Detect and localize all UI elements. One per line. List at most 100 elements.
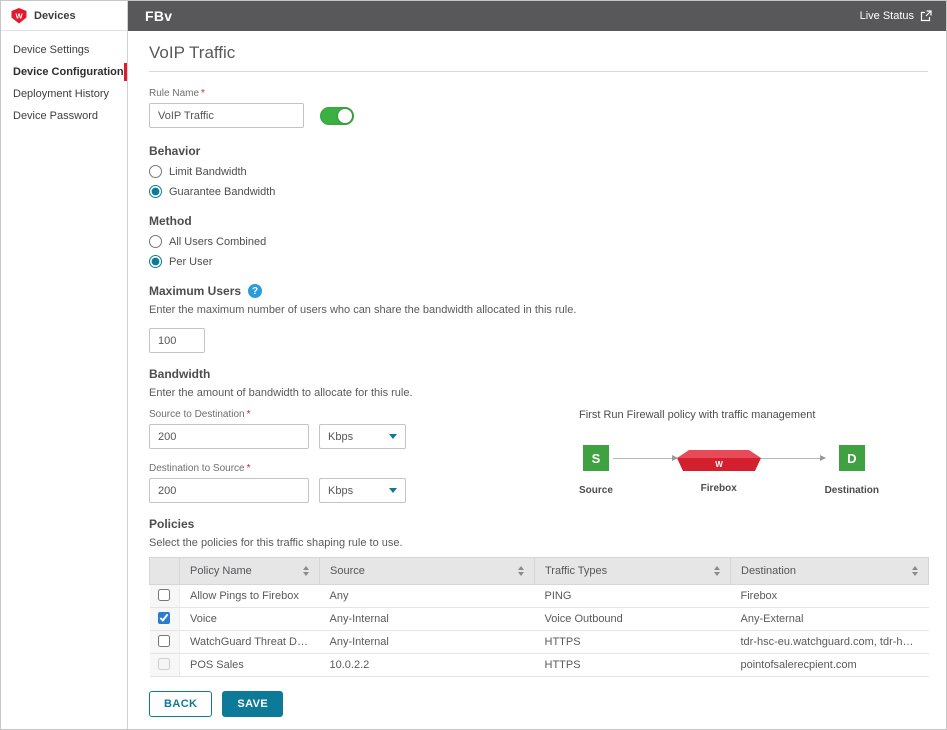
source-to-destination-unit-select[interactable]: Kbps	[319, 424, 406, 449]
required-asterisk: *	[247, 409, 251, 420]
page-title: VoIP Traffic	[149, 43, 928, 63]
cell-policy-name: WatchGuard Threat Detectio...	[180, 631, 320, 654]
policy-checkbox[interactable]	[158, 635, 170, 647]
sidebar-nav: Device Settings Device Configuration Dep…	[1, 31, 127, 127]
destination-to-source-field: Destination to Source* Kbps	[149, 463, 479, 503]
bandwidth-grid: Source to Destination* Kbps Destin	[149, 407, 928, 503]
destination-to-source-input[interactable]	[149, 478, 309, 503]
policy-checkbox[interactable]	[158, 589, 170, 601]
policies-table: Policy Name Source Traffic Types Destina…	[149, 557, 929, 677]
method-section-label: Method	[149, 214, 928, 228]
radio-label: Limit Bandwidth	[169, 166, 247, 178]
help-icon[interactable]: ?	[248, 284, 262, 298]
checkbox-column-header	[150, 558, 180, 585]
maximum-users-input[interactable]	[149, 328, 205, 353]
radio-label: All Users Combined	[169, 236, 266, 248]
sort-icon[interactable]	[303, 566, 309, 576]
rule-enabled-toggle[interactable]	[320, 107, 354, 125]
svg-text:W: W	[715, 460, 723, 469]
policies-section-label: Policies	[149, 517, 928, 531]
content: VoIP Traffic Rule Name* Behavior Limit B…	[128, 31, 946, 729]
source-to-destination-label: Source to Destination*	[149, 409, 479, 420]
column-label: Traffic Types	[545, 565, 607, 577]
behavior-option-limit[interactable]: Limit Bandwidth	[149, 165, 928, 178]
method-option-all-users[interactable]: All Users Combined	[149, 235, 928, 248]
limit-bandwidth-radio[interactable]	[149, 165, 162, 178]
destination-node: D Destination	[825, 445, 879, 496]
sidebar-item-label: Deployment History	[13, 88, 109, 100]
table-row: Voice Any-Internal Voice Outbound Any-Ex…	[150, 608, 929, 631]
rule-name-label: Rule Name*	[149, 88, 928, 99]
bandwidth-section-label: Bandwidth	[149, 367, 928, 381]
diagram-caption: First Run Firewall policy with traffic m…	[579, 409, 879, 421]
cell-source: Any	[320, 585, 535, 608]
sidebar-item-device-settings[interactable]: Device Settings	[1, 39, 127, 61]
destination-to-source-label: Destination to Source*	[149, 463, 479, 474]
rule-name-input[interactable]	[149, 103, 304, 128]
all-users-combined-radio[interactable]	[149, 235, 162, 248]
behavior-option-guarantee[interactable]: Guarantee Bandwidth	[149, 185, 928, 198]
save-button[interactable]: SAVE	[222, 691, 283, 717]
sidebar: W Devices Device Settings Device Configu…	[1, 1, 128, 729]
column-label: Source	[330, 565, 365, 577]
arrow-right-icon	[613, 458, 677, 459]
sidebar-item-device-password[interactable]: Device Password	[1, 105, 127, 127]
behavior-section-label: Behavior	[149, 144, 928, 158]
policy-checkbox[interactable]	[158, 658, 170, 670]
cell-destination: Firebox	[731, 585, 929, 608]
external-link-icon	[920, 10, 932, 22]
cell-destination: pointofsalerecpient.com	[731, 654, 929, 677]
cell-source: Any-Internal	[320, 608, 535, 631]
guarantee-bandwidth-radio[interactable]	[149, 185, 162, 198]
sort-icon[interactable]	[912, 566, 918, 576]
sort-icon[interactable]	[518, 566, 524, 576]
action-buttons: BACK SAVE	[149, 691, 928, 717]
sort-icon[interactable]	[714, 566, 720, 576]
back-button[interactable]: BACK	[149, 691, 212, 717]
method-option-per-user[interactable]: Per User	[149, 255, 928, 268]
source-node-label: Source	[579, 485, 613, 496]
cell-source: 10.0.2.2	[320, 654, 535, 677]
topbar: FBv Live Status	[128, 1, 946, 31]
firebox-node-label: Firebox	[701, 483, 737, 494]
live-status-link[interactable]: Live Status	[860, 10, 932, 22]
arrow-right-icon	[761, 458, 825, 459]
svg-text:W: W	[15, 11, 23, 20]
destination-node-label: Destination	[825, 485, 879, 496]
selected-unit: Kbps	[328, 431, 353, 443]
column-label: Destination	[741, 565, 796, 577]
sidebar-item-deployment-history[interactable]: Deployment History	[1, 83, 127, 105]
column-header-source[interactable]: Source	[320, 558, 535, 585]
policies-description: Select the policies for this traffic sha…	[149, 537, 928, 549]
required-asterisk: *	[201, 88, 205, 99]
cell-policy-name: POS Sales	[180, 654, 320, 677]
cell-traffic-types: HTTPS	[535, 654, 731, 677]
toggle-knob	[338, 109, 352, 123]
table-row: Allow Pings to Firebox Any PING Firebox	[150, 585, 929, 608]
cell-policy-name: Allow Pings to Firebox	[180, 585, 320, 608]
sidebar-item-label: Device Configuration	[13, 66, 124, 78]
cell-source: Any-Internal	[320, 631, 535, 654]
source-node: S Source	[579, 445, 613, 496]
column-header-destination[interactable]: Destination	[731, 558, 929, 585]
cell-traffic-types: Voice Outbound	[535, 608, 731, 631]
firebox-node: W Firebox	[677, 445, 761, 494]
active-indicator	[124, 63, 127, 81]
watchguard-logo-icon: W	[11, 8, 27, 24]
cell-traffic-types: HTTPS	[535, 631, 731, 654]
column-header-policy-name[interactable]: Policy Name	[180, 558, 320, 585]
cell-policy-name: Voice	[180, 608, 320, 631]
devices-home-link[interactable]: W Devices	[1, 1, 127, 31]
chevron-down-icon	[389, 488, 397, 493]
chevron-down-icon	[389, 434, 397, 439]
sidebar-item-device-configuration[interactable]: Device Configuration	[1, 61, 127, 83]
per-user-radio[interactable]	[149, 255, 162, 268]
destination-to-source-unit-select[interactable]: Kbps	[319, 478, 406, 503]
policy-checkbox[interactable]	[158, 612, 170, 624]
table-row: POS Sales 10.0.2.2 HTTPS pointofsalerecp…	[150, 654, 929, 677]
column-header-traffic-types[interactable]: Traffic Types	[535, 558, 731, 585]
cell-traffic-types: PING	[535, 585, 731, 608]
required-asterisk: *	[247, 463, 251, 474]
bandwidth-fields: Source to Destination* Kbps Destin	[149, 407, 479, 503]
source-to-destination-input[interactable]	[149, 424, 309, 449]
